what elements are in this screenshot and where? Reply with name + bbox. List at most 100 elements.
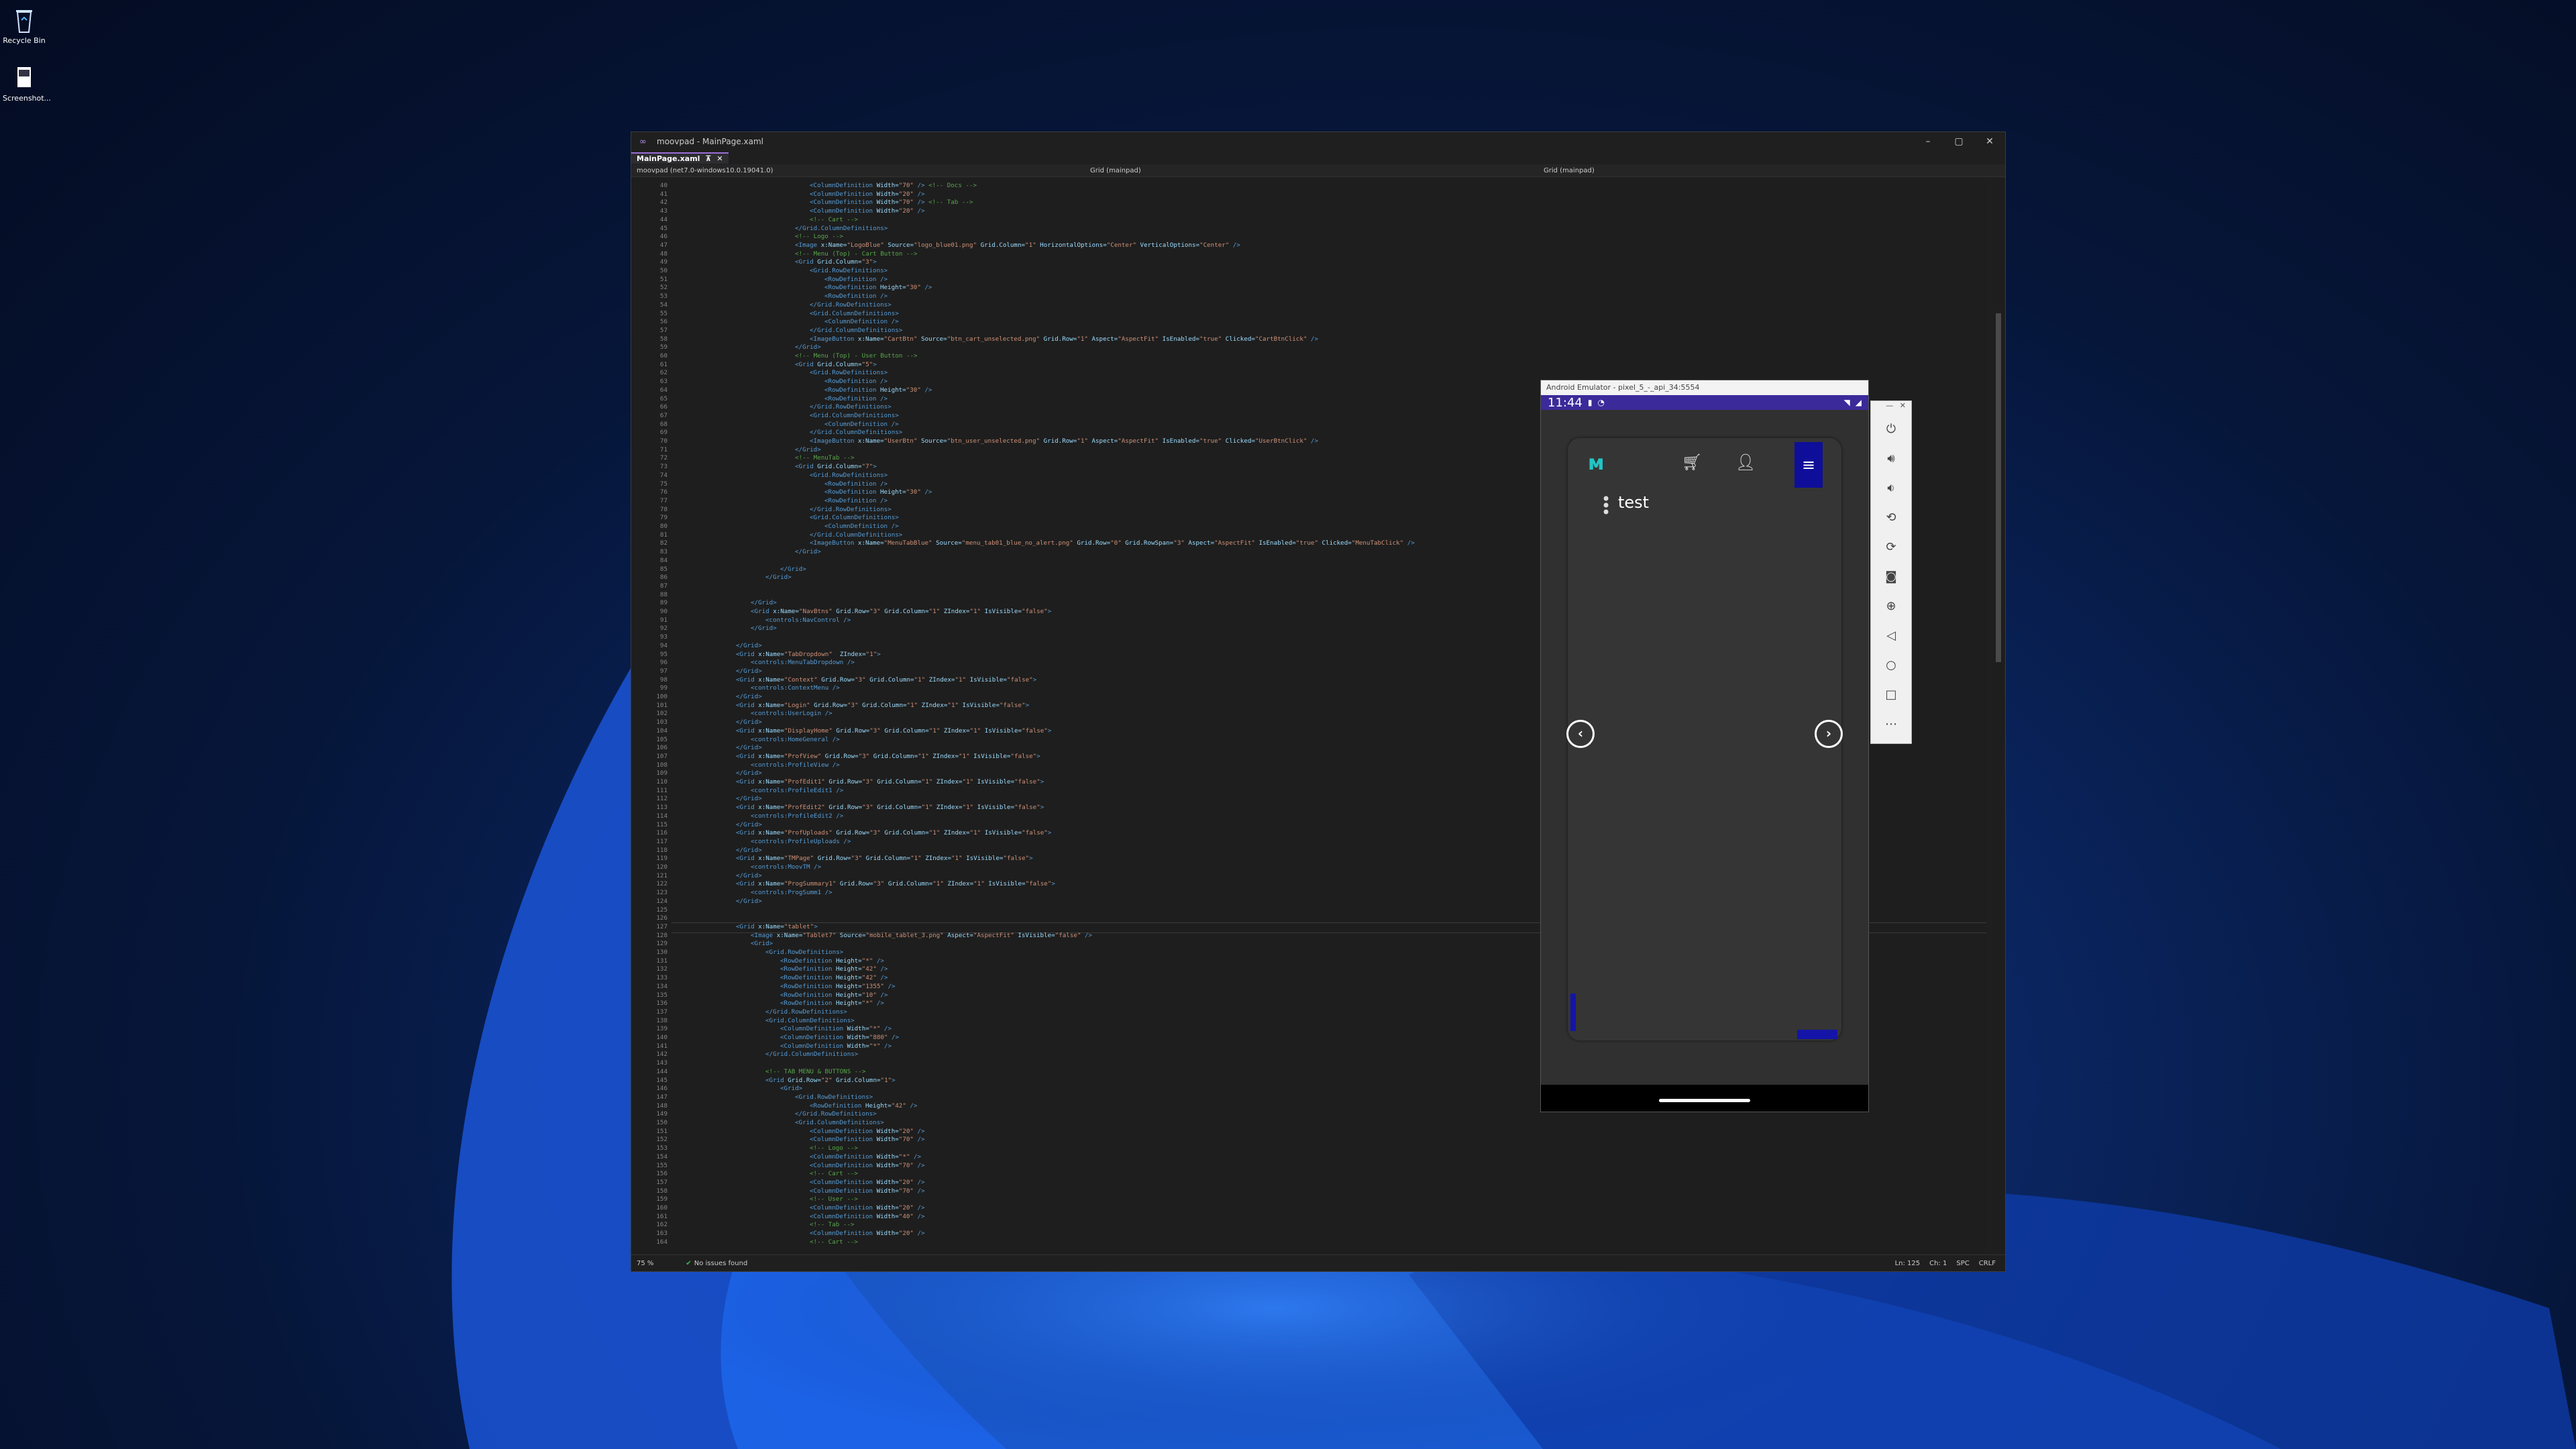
line-number: 155 bbox=[656, 1161, 667, 1169]
tab-mainpage-xaml[interactable]: MainPage.xaml ⊼ ✕ bbox=[631, 152, 729, 164]
maximize-button[interactable]: ▢ bbox=[1943, 136, 1974, 147]
line-number: 148 bbox=[656, 1102, 667, 1110]
volume-up-icon[interactable]: 🔊︎ bbox=[1871, 444, 1911, 474]
line-number: 93 bbox=[659, 633, 667, 641]
home-gesture-bar[interactable] bbox=[1659, 1099, 1750, 1102]
bottom-left-accent bbox=[1570, 994, 1576, 1031]
line-number: 134 bbox=[656, 982, 667, 990]
close-tab-icon[interactable]: ✕ bbox=[716, 154, 722, 163]
zoom-level[interactable]: 75 % bbox=[637, 1260, 653, 1267]
code-line: </Grid> bbox=[736, 718, 762, 727]
emulator-toolbar: — ✕ ⏻ 🔊︎ 🔉︎ ⟲ ⟳ ◙ ⊕ ◁ ○ □ ⋯ bbox=[1870, 400, 1912, 744]
code-line: <Grid> bbox=[780, 1085, 803, 1093]
code-line: <controls:NavControl /> bbox=[765, 616, 851, 624]
screenshot-file-icon bbox=[12, 64, 36, 91]
code-line: <ColumnDefinition Width="20" /> bbox=[810, 1178, 925, 1186]
code-line: <!-- Menu (Top) - Cart Button --> bbox=[795, 250, 918, 258]
member-dropdown[interactable]: Grid (mainpad) bbox=[1538, 167, 1992, 174]
line-number: 147 bbox=[656, 1093, 667, 1101]
code-line: <Grid x:Name="Context" Grid.Row="3" Grid… bbox=[736, 676, 1037, 684]
code-line: </Grid> bbox=[736, 871, 762, 879]
line-number: 91 bbox=[659, 616, 667, 624]
line-indicator[interactable]: Ln: 125 bbox=[1895, 1260, 1921, 1267]
line-number: 140 bbox=[656, 1034, 667, 1041]
line-number: 138 bbox=[656, 1016, 667, 1024]
line-number: 85 bbox=[659, 565, 667, 573]
column-indicator[interactable]: Ch: 1 bbox=[1929, 1260, 1947, 1267]
code-line: </Grid.ColumnDefinitions> bbox=[810, 531, 903, 539]
camera-icon[interactable]: ◙ bbox=[1871, 562, 1911, 592]
zoom-icon[interactable]: ⊕ bbox=[1871, 592, 1911, 621]
code-line: <Grid Grid.Column="3"> bbox=[795, 258, 877, 266]
kebab-icon[interactable]: • • • bbox=[1601, 491, 1611, 521]
recycle-bin[interactable]: Recycle Bin bbox=[3, 7, 46, 45]
line-number: 116 bbox=[656, 829, 667, 837]
back-icon[interactable]: ◁ bbox=[1871, 621, 1911, 651]
code-line: <ImageButton x:Name="CartBtn" Source="bt… bbox=[810, 335, 1318, 343]
code-line: <RowDefinition Height="*" /> bbox=[780, 957, 884, 965]
scrollbar-thumb[interactable] bbox=[1996, 313, 2001, 662]
pin-icon[interactable]: ⊼ bbox=[705, 154, 711, 163]
line-ending[interactable]: CRLF bbox=[1979, 1260, 1996, 1267]
more-icon[interactable]: ⋯ bbox=[1871, 710, 1911, 739]
rotate-left-icon[interactable]: ⟲ bbox=[1871, 503, 1911, 533]
code-line: <Grid.RowDefinitions> bbox=[810, 369, 888, 377]
home-icon[interactable]: ○ bbox=[1871, 651, 1911, 680]
next-arrow-button[interactable]: › bbox=[1815, 720, 1843, 748]
emulator-title: Android Emulator - pixel_5_-_api_34:5554 bbox=[1541, 380, 1868, 395]
code-line: <controls:UserLogin /> bbox=[751, 710, 833, 718]
line-number: 146 bbox=[656, 1085, 667, 1093]
line-number: 43 bbox=[659, 207, 667, 215]
code-line: </Grid.RowDefinitions> bbox=[810, 505, 892, 513]
status-bar: 75 % ✔ No issues found Ln: 125 Ch: 1 SPC… bbox=[631, 1254, 2005, 1271]
toolbar-close-button[interactable]: ✕ bbox=[1900, 401, 1906, 410]
line-number: 163 bbox=[656, 1230, 667, 1238]
line-number: 44 bbox=[659, 215, 667, 223]
minimize-button[interactable]: – bbox=[1913, 136, 1943, 147]
app-label: test bbox=[1618, 493, 1650, 512]
indent-mode[interactable]: SPC bbox=[1956, 1260, 1969, 1267]
line-number: 104 bbox=[656, 727, 667, 735]
user-button-icon[interactable]: 👤︎ bbox=[1735, 453, 1756, 472]
scope-dropdown[interactable]: Grid (mainpad) bbox=[1085, 167, 1538, 174]
code-line: <Grid x:Name="ProfEdit2" Grid.Row="3" Gr… bbox=[736, 804, 1044, 812]
overview-icon[interactable]: □ bbox=[1871, 680, 1911, 710]
code-line: <RowDefinition /> bbox=[824, 275, 888, 283]
emulator-screen[interactable]: ᴍ 🛒︎ 👤︎ ≡ • • • test ‹ › bbox=[1541, 410, 1868, 1085]
line-number: 88 bbox=[659, 590, 667, 598]
line-number: 145 bbox=[656, 1076, 667, 1084]
code-line: <!-- User --> bbox=[810, 1195, 858, 1203]
line-number: 132 bbox=[656, 965, 667, 973]
code-line: <ImageButton x:Name="MenuTabBlue" Source… bbox=[810, 539, 1415, 547]
line-number: 65 bbox=[659, 394, 667, 402]
code-line: <Grid.ColumnDefinitions> bbox=[795, 1119, 884, 1126]
menu-tab-button[interactable]: ≡ bbox=[1794, 442, 1823, 488]
line-number: 51 bbox=[659, 275, 667, 283]
code-line: <RowDefinition Height="30" /> bbox=[824, 488, 932, 496]
line-number: 144 bbox=[656, 1067, 667, 1075]
previous-arrow-button[interactable]: ‹ bbox=[1566, 720, 1595, 748]
issues-text[interactable]: No issues found bbox=[694, 1260, 748, 1267]
screenshot-file[interactable]: Screenshot... bbox=[3, 64, 51, 103]
vertical-scrollbar[interactable] bbox=[1993, 179, 2005, 1252]
project-dropdown[interactable]: moovpad (net7.0-windows10.0.19041.0) bbox=[631, 167, 1085, 174]
line-number: 127 bbox=[656, 922, 667, 930]
code-line: <Grid x:Name="ProgSummary1" Grid.Row="3"… bbox=[736, 880, 1055, 888]
code-line: </Grid> bbox=[736, 769, 762, 777]
power-icon[interactable]: ⏻ bbox=[1871, 415, 1911, 444]
line-number: 42 bbox=[659, 199, 667, 207]
close-button[interactable]: ✕ bbox=[1974, 136, 2005, 147]
line-number: 48 bbox=[659, 250, 667, 258]
code-line: <ColumnDefinition /> bbox=[824, 523, 899, 530]
toolbar-minimize-button[interactable]: — bbox=[1886, 401, 1893, 410]
cart-button-icon[interactable]: 🛒︎ bbox=[1682, 453, 1702, 472]
rotate-right-icon[interactable]: ⟳ bbox=[1871, 533, 1911, 562]
line-number: 81 bbox=[659, 531, 667, 539]
volume-down-icon[interactable]: 🔉︎ bbox=[1871, 474, 1911, 503]
line-number: 108 bbox=[656, 761, 667, 769]
code-line: <Grid Grid.Column="7"> bbox=[795, 463, 877, 471]
code-line: </Grid> bbox=[795, 343, 821, 352]
code-line: </Grid> bbox=[795, 548, 821, 556]
line-number: 57 bbox=[659, 326, 667, 334]
line-number: 72 bbox=[659, 454, 667, 462]
